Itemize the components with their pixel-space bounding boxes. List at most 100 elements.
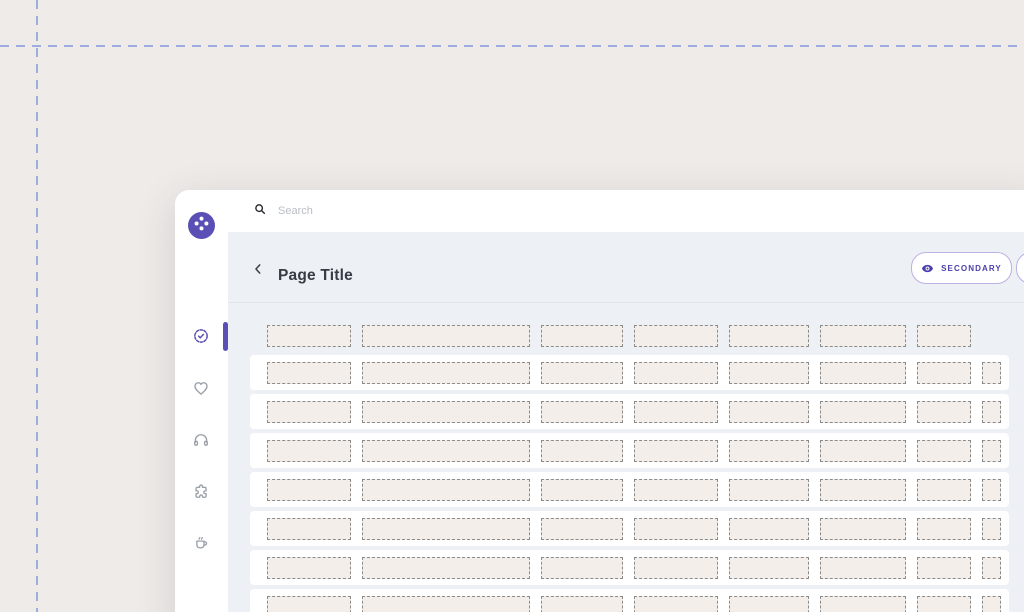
skeleton-cell bbox=[820, 517, 906, 540]
skeleton-cell bbox=[917, 595, 971, 612]
skeleton-cell bbox=[362, 361, 530, 384]
dots-cross-logo-icon bbox=[188, 210, 215, 242]
skeleton-cell bbox=[982, 595, 1001, 612]
skeleton-cell bbox=[362, 439, 530, 462]
horizontal-guide-line bbox=[0, 45, 1024, 47]
skeleton-cell bbox=[541, 439, 623, 462]
skeleton-cell bbox=[729, 400, 809, 423]
skeleton-header-cell bbox=[729, 325, 809, 347]
skeleton-cell bbox=[267, 595, 351, 612]
skeleton-cell bbox=[541, 595, 623, 612]
skeleton-cell bbox=[634, 400, 718, 423]
skeleton-cell bbox=[362, 400, 530, 423]
skeleton-cell bbox=[917, 400, 971, 423]
table-row[interactable] bbox=[250, 355, 1009, 390]
badge-check-icon bbox=[192, 327, 210, 345]
skeleton-cell bbox=[820, 556, 906, 579]
skeleton-cell bbox=[541, 361, 623, 384]
design-canvas: Page Title SECONDARY bbox=[0, 0, 1024, 612]
skeleton-cell bbox=[267, 517, 351, 540]
table-row[interactable] bbox=[250, 433, 1009, 468]
page-title: Page Title bbox=[278, 267, 353, 284]
search-input[interactable] bbox=[276, 204, 1024, 218]
search-icon bbox=[253, 202, 267, 221]
skeleton-cell bbox=[917, 439, 971, 462]
app-logo[interactable] bbox=[188, 212, 215, 239]
partial-button[interactable] bbox=[1016, 252, 1024, 284]
skeleton-cell bbox=[362, 556, 530, 579]
skeleton-cell bbox=[634, 517, 718, 540]
page-header: Page Title SECONDARY bbox=[228, 232, 1024, 303]
sidebar bbox=[175, 190, 228, 612]
headphones-icon bbox=[192, 431, 210, 449]
skeleton-cell bbox=[729, 556, 809, 579]
skeleton-cell bbox=[541, 400, 623, 423]
skeleton-cell bbox=[982, 556, 1001, 579]
skeleton-cell bbox=[982, 478, 1001, 501]
secondary-button[interactable]: SECONDARY bbox=[911, 252, 1012, 284]
sidebar-item-coffee-cup[interactable] bbox=[192, 534, 210, 552]
skeleton-cell bbox=[729, 478, 809, 501]
skeleton-header-cell bbox=[362, 325, 530, 347]
sidebar-item-headphones[interactable] bbox=[192, 431, 210, 449]
skeleton-cell bbox=[917, 556, 971, 579]
skeleton-cell bbox=[267, 556, 351, 579]
table-row[interactable] bbox=[250, 511, 1009, 546]
sidebar-item-heart[interactable] bbox=[192, 379, 210, 397]
back-button[interactable] bbox=[251, 262, 265, 276]
skeleton-cell bbox=[267, 478, 351, 501]
table-row[interactable] bbox=[250, 472, 1009, 507]
secondary-button-label: SECONDARY bbox=[941, 263, 1002, 273]
content-area: Page Title SECONDARY bbox=[228, 232, 1024, 612]
skeleton-cell bbox=[634, 439, 718, 462]
skeleton-cell bbox=[820, 361, 906, 384]
skeleton-cell bbox=[362, 595, 530, 612]
skeleton-cell bbox=[982, 400, 1001, 423]
skeleton-cell bbox=[267, 400, 351, 423]
table-row[interactable] bbox=[250, 550, 1009, 585]
skeleton-header-row bbox=[267, 325, 971, 347]
skeleton-cell bbox=[982, 439, 1001, 462]
eye-icon bbox=[921, 262, 934, 275]
skeleton-cell bbox=[820, 478, 906, 501]
skeleton-cell bbox=[362, 517, 530, 540]
skeleton-cell bbox=[634, 556, 718, 579]
skeleton-rows bbox=[250, 355, 1009, 612]
skeleton-cell bbox=[729, 439, 809, 462]
skeleton-cell bbox=[267, 439, 351, 462]
table-row[interactable] bbox=[250, 589, 1009, 612]
topbar bbox=[228, 190, 1024, 232]
skeleton-cell bbox=[729, 517, 809, 540]
app-window: Page Title SECONDARY bbox=[175, 190, 1024, 612]
sidebar-item-puzzle[interactable] bbox=[192, 483, 210, 501]
skeleton-cell bbox=[634, 361, 718, 384]
skeleton-header-cell bbox=[634, 325, 718, 347]
skeleton-header-cell bbox=[820, 325, 906, 347]
search-bar[interactable] bbox=[228, 202, 1024, 221]
skeleton-cell bbox=[917, 517, 971, 540]
skeleton-header-cell bbox=[541, 325, 623, 347]
skeleton-cell bbox=[917, 478, 971, 501]
table-row[interactable] bbox=[250, 394, 1009, 429]
coffee-cup-icon bbox=[192, 534, 210, 552]
skeleton-cell bbox=[982, 517, 1001, 540]
skeleton-cell bbox=[362, 478, 530, 501]
skeleton-cell bbox=[634, 478, 718, 501]
skeleton-cell bbox=[541, 478, 623, 501]
skeleton-cell bbox=[982, 361, 1001, 384]
skeleton-cell bbox=[820, 400, 906, 423]
heart-icon bbox=[192, 379, 210, 397]
skeleton-cell bbox=[820, 439, 906, 462]
skeleton-cell bbox=[634, 595, 718, 612]
skeleton-cell bbox=[541, 556, 623, 579]
sidebar-item-badge-check[interactable] bbox=[192, 327, 210, 345]
skeleton-cell bbox=[541, 517, 623, 540]
skeleton-cell bbox=[729, 595, 809, 612]
skeleton-cell bbox=[267, 361, 351, 384]
vertical-guide-line bbox=[36, 0, 38, 612]
puzzle-icon bbox=[192, 483, 210, 501]
skeleton-cell bbox=[917, 361, 971, 384]
skeleton-cell bbox=[820, 595, 906, 612]
skeleton-header-cell bbox=[267, 325, 351, 347]
skeleton-cell bbox=[729, 361, 809, 384]
